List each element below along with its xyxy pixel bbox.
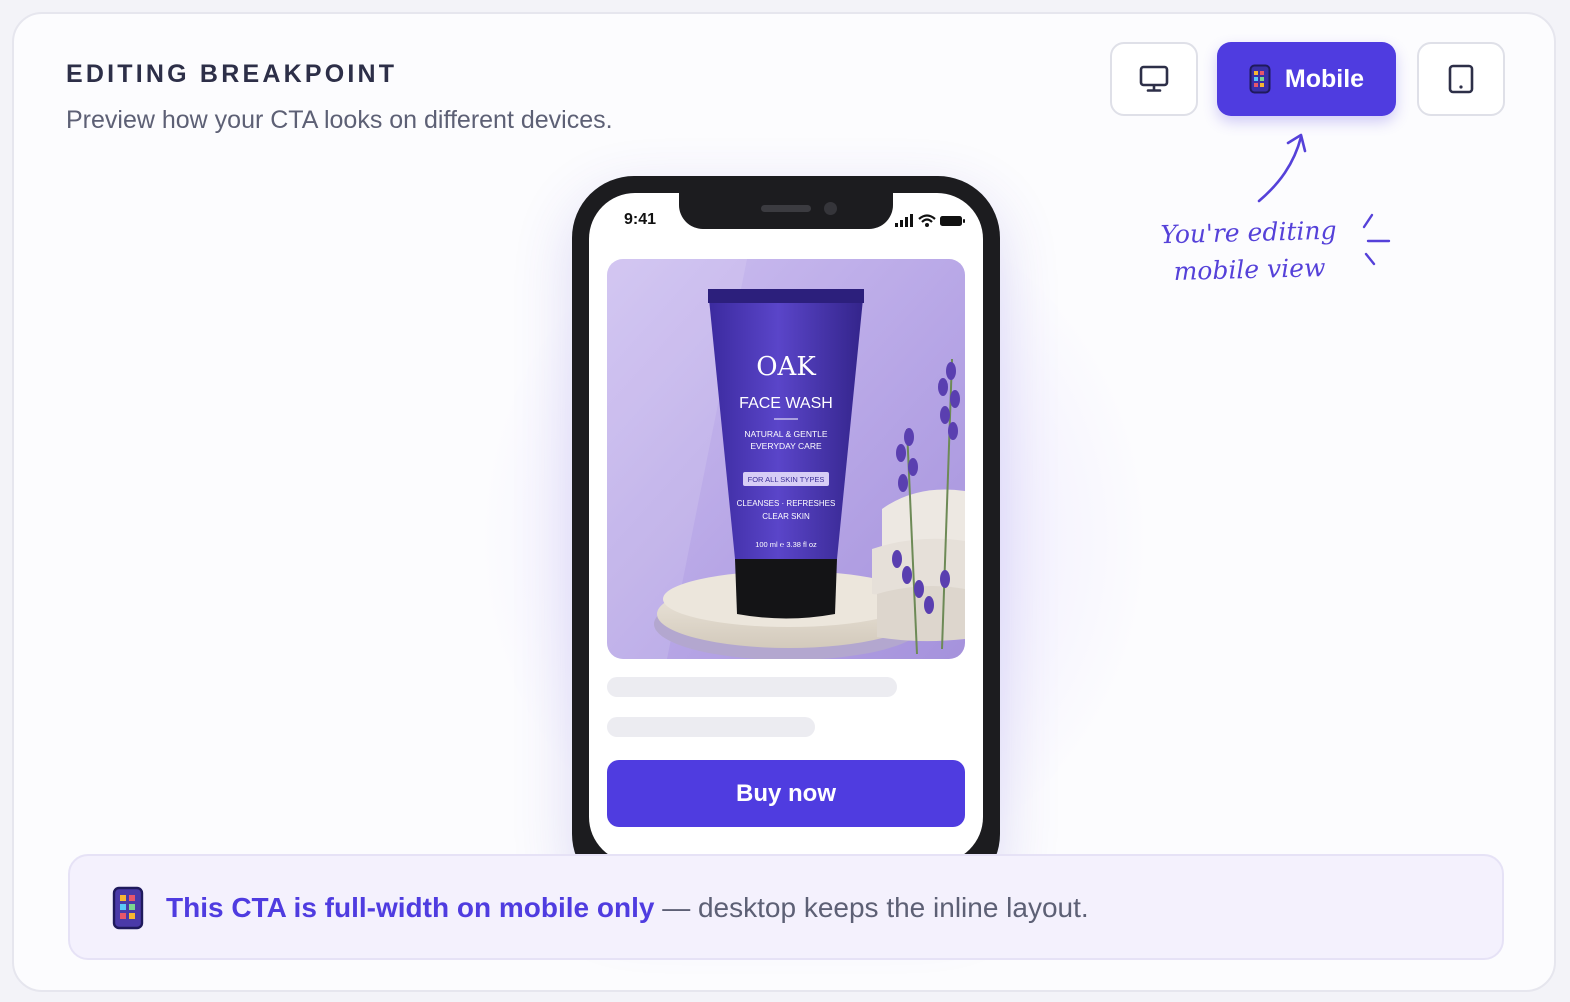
status-icons	[895, 214, 965, 227]
tablet-view-button[interactable]	[1417, 42, 1505, 116]
product-tagline-1: NATURAL & GENTLE	[744, 429, 827, 439]
phone-mockup: 9:41 OAK FACE WASH NATURAL & GENTLE EVER…	[572, 176, 1000, 896]
phone-notch	[679, 193, 893, 229]
editing-breakpoint-card: EDITING BREAKPOINT Preview how your CTA …	[12, 12, 1556, 992]
signal-icon	[895, 214, 913, 227]
mobile-view-label: Mobile	[1284, 64, 1365, 93]
product-tagline-2: EVERYDAY CARE	[750, 441, 822, 451]
tablet-icon	[1448, 64, 1474, 94]
product-brand: OAK	[756, 352, 816, 382]
banner-highlight: This CTA is full-width on mobile only	[166, 892, 655, 923]
annotation-line-1: You're editing	[1160, 215, 1337, 250]
front-camera	[824, 202, 837, 215]
product-image: OAK FACE WASH NATURAL & GENTLE EVERYDAY …	[607, 259, 965, 659]
info-banner: This CTA is full-width on mobile only — …	[68, 854, 1504, 960]
mobile-icon	[1249, 64, 1271, 94]
phone-screen: 9:41 OAK FACE WASH NATURAL & GENTLE EVER…	[589, 193, 983, 863]
text-placeholder-line	[607, 717, 815, 737]
mobile-view-button[interactable]: Mobile	[1217, 42, 1396, 116]
banner-detail: — desktop keeps the inline layout.	[654, 892, 1089, 923]
annotation-note: You're editing mobile view	[1143, 211, 1355, 290]
desktop-view-button[interactable]	[1110, 42, 1198, 116]
product-benefit-1: CLEANSES · REFRESHES	[737, 499, 836, 508]
section-subtitle: Preview how your CTA looks on different …	[66, 106, 613, 134]
status-time: 9:41	[624, 211, 657, 228]
text-placeholder-line	[607, 677, 897, 697]
section-title: EDITING BREAKPOINT	[66, 60, 398, 88]
product-volume: 100 ml ℮ 3.38 fl oz	[755, 540, 817, 549]
desktop-icon	[1139, 65, 1169, 92]
towel-stack	[872, 489, 965, 642]
product-benefit-2: CLEAR SKIN	[762, 512, 810, 521]
battery-icon	[940, 216, 965, 226]
wifi-icon	[918, 214, 936, 227]
product-photo: OAK FACE WASH NATURAL & GENTLE EVERYDAY …	[607, 259, 965, 659]
speaker-grille	[761, 205, 811, 212]
buy-now-button[interactable]: Buy now	[607, 760, 965, 827]
product-badge: FOR ALL SKIN TYPES	[748, 475, 825, 484]
annotation-line-2: mobile view	[1173, 253, 1326, 286]
product-name: FACE WASH	[739, 395, 833, 412]
mobile-phone-icon	[112, 886, 144, 930]
banner-message: This CTA is full-width on mobile only — …	[166, 892, 1089, 924]
